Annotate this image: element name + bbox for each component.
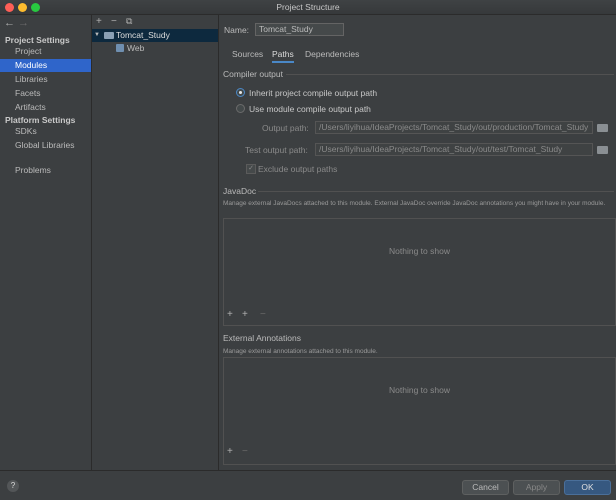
compiler-output-divider [286,74,614,75]
remove-module-icon[interactable]: − [111,16,117,27]
ok-button[interactable]: OK [564,480,611,495]
sidebar-item-problems[interactable]: Problems [0,164,91,177]
sidebar-item-facets[interactable]: Facets [0,87,91,100]
back-arrow-icon[interactable]: ← [4,17,15,29]
expand-arrow-icon[interactable]: ▼ [94,29,100,42]
browse-output-folder-icon[interactable] [597,124,608,132]
external-annotations-heading: External Annotations [223,333,301,343]
add-javadoc-url-icon[interactable]: + [242,309,248,320]
external-annotations-description: Manage external annotations attached to … [223,348,378,355]
exclude-output-label: Exclude output paths [258,164,338,174]
dialog-footer: ? Cancel Apply OK [0,470,616,500]
compiler-output-heading: Compiler output [223,69,284,79]
output-path-label: Output path: [262,123,309,133]
javadoc-divider [258,191,614,192]
sidebar-item-sdks[interactable]: SDKs [0,125,91,138]
test-output-path-field[interactable]: /Users/liyihua/IdeaProjects/Tomcat_Study… [315,143,593,156]
close-window-icon[interactable] [5,3,14,12]
settings-sidebar: ← → Project Settings Project Modules Lib… [0,15,92,470]
module-output-label: Use module compile output path [249,104,371,114]
window-title: Project Structure [276,2,340,12]
javadoc-description: Manage external JavaDocs attached to thi… [223,200,606,207]
module-settings-panel: Name: Tomcat_Study Sources Paths Depende… [220,15,616,470]
forward-arrow-icon[interactable]: → [18,17,29,29]
tree-item-web[interactable]: Web [127,42,144,55]
add-annotation-icon[interactable]: + [227,446,233,457]
title-bar: Project Structure [0,0,616,15]
platform-settings-heading: Platform Settings [5,115,76,125]
javadoc-heading: JavaDoc [223,186,257,196]
sidebar-item-modules[interactable]: Modules [0,59,91,72]
external-annotations-list[interactable]: Nothing to show + − [223,357,616,465]
project-settings-heading: Project Settings [5,35,70,45]
output-path-field[interactable]: /Users/liyihua/IdeaProjects/Tomcat_Study… [315,121,593,134]
javadoc-list[interactable]: Nothing to show + + − [223,218,616,326]
remove-annotation-icon[interactable]: − [242,446,248,457]
module-name-field[interactable]: Tomcat_Study [255,23,344,36]
javadoc-empty-text: Nothing to show [389,246,450,256]
tab-sources[interactable]: Sources [232,48,263,61]
test-output-path-label: Test output path: [245,145,308,155]
module-folder-icon [104,32,114,39]
help-icon[interactable]: ? [7,480,19,492]
add-javadoc-icon[interactable]: + [227,309,233,320]
tree-item-tomcat-study[interactable]: Tomcat_Study [116,29,170,42]
sidebar-item-libraries[interactable]: Libraries [0,73,91,86]
exclude-output-checkbox[interactable]: ✓ [246,164,256,174]
inherit-output-label: Inherit project compile output path [249,88,378,98]
remove-javadoc-icon[interactable]: − [260,309,266,320]
add-module-icon[interactable]: + [96,16,102,27]
sidebar-item-global-libraries[interactable]: Global Libraries [0,139,91,152]
module-output-radio[interactable] [236,104,245,113]
sidebar-item-artifacts[interactable]: Artifacts [0,101,91,114]
sidebar-item-project[interactable]: Project [0,45,91,58]
copy-module-icon[interactable]: ⧉ [126,16,132,27]
minimize-window-icon[interactable] [18,3,27,12]
external-annotations-empty-text: Nothing to show [389,385,450,395]
cancel-button[interactable]: Cancel [462,480,509,495]
web-facet-icon [116,44,124,52]
inherit-output-radio[interactable] [236,88,245,97]
tab-dependencies[interactable]: Dependencies [305,48,359,61]
apply-button[interactable]: Apply [513,480,560,495]
maximize-window-icon[interactable] [31,3,40,12]
module-tree-panel: + − ⧉ ▼ Tomcat_Study Web [92,15,219,470]
name-label: Name: [224,25,250,35]
tab-paths[interactable]: Paths [272,48,294,63]
browse-test-output-folder-icon[interactable] [597,146,608,154]
